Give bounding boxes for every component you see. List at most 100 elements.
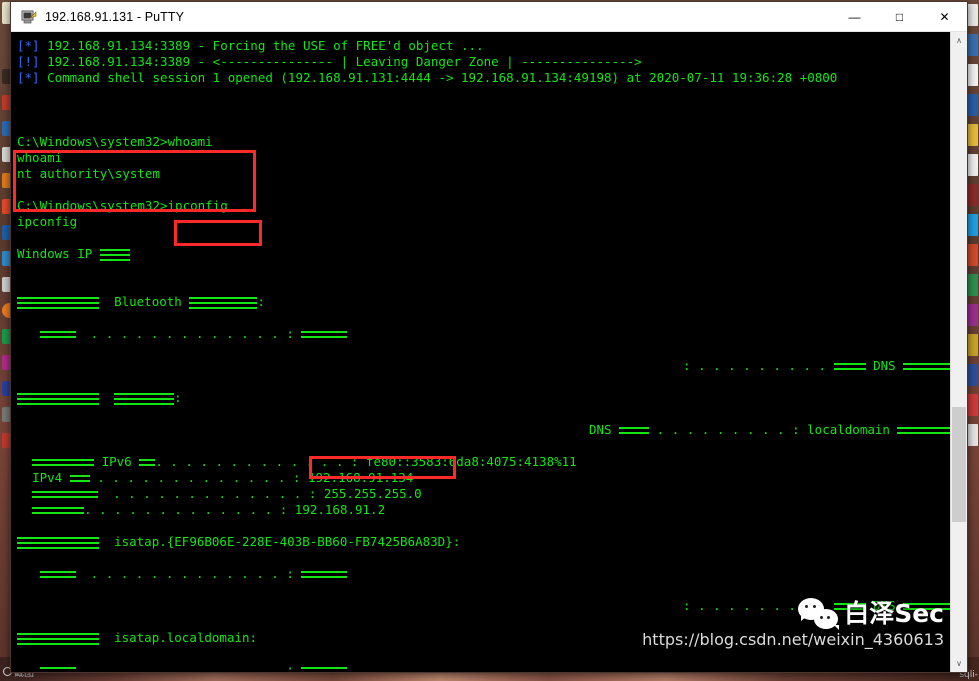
terminal-line: whoami: [17, 150, 950, 166]
terminal-line: nt authority\system: [17, 166, 950, 182]
msf-tag: [*]: [17, 70, 40, 85]
terminal-line: C:\Windows\system32>whoami: [17, 134, 950, 150]
dns-label: DNS: [873, 598, 896, 613]
colon: :: [257, 294, 265, 309]
localdomain-value: localdomain: [807, 422, 890, 437]
terminal-output[interactable]: [*] 192.168.91.134:3389 - Forcing the US…: [11, 32, 950, 672]
terminal-line: . . . . . . . . . . . . . :: [17, 662, 950, 672]
dot-leader: . . . . . . . . . . . . .: [97, 470, 286, 485]
window-title: 192.168.91.131 - PuTTY: [45, 9, 185, 24]
mojibake-glyphs: [99, 248, 130, 261]
terminal-line: . . . . . . . . . . . . . : 192.168.91.2: [17, 502, 950, 518]
scroll-up-icon[interactable]: ∧: [951, 32, 967, 49]
terminal-line: . . . . . . . . . . . . . : 255.255.255.…: [17, 486, 950, 502]
scrollbar-track[interactable]: [951, 49, 967, 655]
isatap-localdomain-label: isatap.localdomain:: [114, 630, 258, 645]
mojibake-glyphs: [32, 506, 85, 515]
terminal-line-text: Command shell session 1 opened (192.168.…: [39, 70, 838, 85]
ipv4-address: 192.168.91.134: [307, 470, 414, 485]
terminal-line: IPv6 . . . . . . . . . . . . . : fe80::3…: [17, 454, 950, 470]
maximize-button[interactable]: □: [877, 2, 922, 32]
dot-leader: . . . . . . . . . . . . .: [90, 566, 279, 581]
terminal-line: Bluetooth :: [17, 294, 950, 310]
mojibake-glyphs: [17, 392, 99, 405]
ipv6-label: IPv6: [101, 454, 132, 469]
scrollbar-thumb[interactable]: [952, 406, 966, 522]
putty-icon: [21, 9, 37, 25]
close-button[interactable]: ✕: [922, 2, 967, 32]
isatap-guid-label: isatap.{EF96B06E-228E-403B-BB60-FB7425B6…: [114, 534, 461, 549]
dns-label: DNS: [589, 422, 612, 437]
mojibake-glyphs: [619, 426, 650, 435]
mojibake-glyphs: [39, 570, 76, 579]
terminal-line: . . . . . . . . . . . . . :: [17, 326, 950, 342]
mojibake-glyphs: [301, 666, 348, 672]
mojibake-glyphs: [189, 296, 258, 309]
minimize-button[interactable]: —: [832, 2, 877, 32]
terminal-line: isatap.{EF96B06E-228E-403B-BB60-FB7425B6…: [17, 534, 950, 550]
dns-label: DNS: [873, 358, 896, 373]
prompt-ipconfig: C:\Windows\system32>ipconfig: [17, 198, 228, 213]
terminal-line: DNS . . . . . . . . . : localdomain: [17, 422, 950, 438]
whoami-result: nt authority\system: [17, 166, 160, 181]
mojibake-glyphs: [32, 490, 99, 499]
terminal-line: . . . . . . . . . . . . . :: [17, 566, 950, 582]
scroll-down-icon[interactable]: ∨: [951, 655, 967, 672]
title-bar[interactable]: 192.168.91.131 - PuTTY — □ ✕: [11, 2, 967, 32]
mojibake-glyphs: [39, 330, 76, 339]
mojibake-glyphs: [833, 602, 866, 611]
mojibake-glyphs: [32, 458, 95, 467]
mojibake-glyphs: [903, 362, 950, 371]
echo-ipconfig: ipconfig: [17, 214, 78, 229]
dot-leader: . . . . . . . . . . . . .: [155, 454, 344, 469]
mojibake-glyphs: [903, 602, 950, 611]
mojibake-glyphs: [301, 570, 348, 579]
dot-leader: . . . . . . . . .: [698, 358, 826, 373]
mojibake-glyphs: [301, 330, 348, 339]
msf-tag: [*]: [17, 38, 40, 53]
mojibake-glyphs: [833, 362, 866, 371]
terminal-line: [*] Command shell session 1 opened (192.…: [17, 70, 950, 86]
terminal-line: [*] 192.168.91.134:3389 - Forcing the US…: [17, 38, 950, 54]
default-gateway: 192.168.91.2: [294, 502, 386, 517]
mojibake-glyphs: [897, 426, 950, 435]
mojibake-glyphs: [17, 536, 99, 549]
echo-whoami: whoami: [17, 150, 63, 165]
terminal-line: IPv4 . . . . . . . . . . . . . : 192.168…: [32, 470, 414, 485]
mojibake-glyphs: [139, 458, 156, 467]
dot-leader: . . . . . . . . . . . . .: [113, 486, 302, 501]
dot-leader: . . . . . . . . . . . . .: [90, 662, 279, 672]
mojibake-glyphs: [39, 666, 76, 672]
terminal-line: :: [17, 390, 950, 406]
subnet-mask: 255.255.255.0: [323, 486, 422, 501]
prompt-whoami: C:\Windows\system32>whoami: [17, 134, 213, 149]
mojibake-glyphs: [69, 474, 90, 483]
dot-leader: . . . . . . . . .: [698, 598, 826, 613]
windows-ip-label: Windows IP: [17, 246, 93, 261]
terminal-scrollbar[interactable]: ∧ ∨: [950, 32, 967, 672]
terminal-line: ipconfig: [17, 214, 950, 230]
mojibake-glyphs: [17, 632, 99, 645]
terminal-line: : . . . . . . . . . DNS: [17, 598, 950, 614]
terminal-line: [!] 192.168.91.134:3389 - <-------------…: [17, 54, 950, 70]
putty-window: 192.168.91.131 - PuTTY — □ ✕ [*] 192.168…: [10, 1, 968, 673]
dot-leader: . . . . . . . . . . . . .: [90, 326, 279, 341]
terminal-line-text: 192.168.91.134:3389 - <--------------- |…: [39, 54, 642, 69]
msf-tag: [!]: [17, 54, 40, 69]
